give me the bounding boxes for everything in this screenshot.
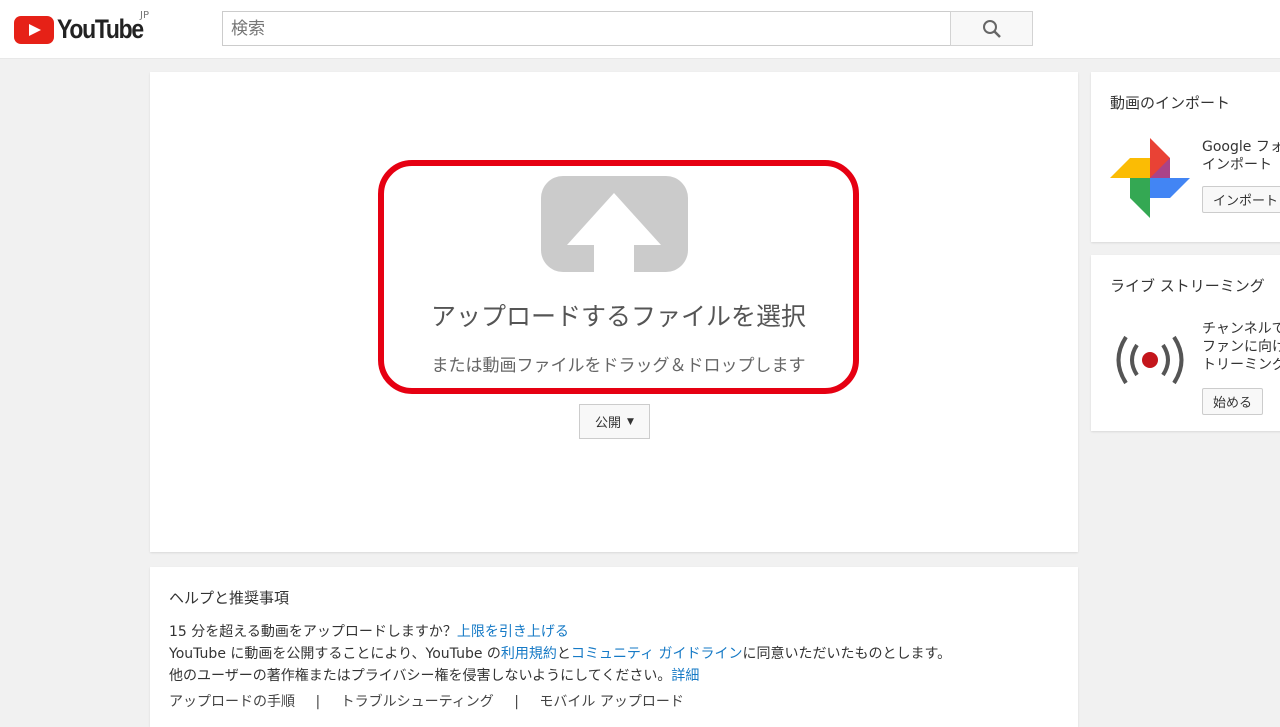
community-guidelines-link[interactable]: コミュニティ ガイドライン (571, 646, 743, 662)
logo-text: YouTube (57, 14, 144, 44)
drag-drop-hint: または動画ファイルをドラッグ＆ドロップします (431, 356, 806, 376)
privacy-label: 公開 (595, 416, 622, 431)
caret-down-icon: ▼ (627, 416, 634, 427)
start-streaming-button[interactable]: 始める (1202, 388, 1264, 415)
live-text: ファンに向け (1202, 339, 1280, 355)
help-text: と (556, 646, 571, 662)
select-file-title[interactable]: アップロードするファイルを選択 (378, 297, 859, 333)
import-card: 動画のインポート Google フォ インポート インポート (1091, 72, 1280, 242)
import-text: Google フォ (1202, 139, 1280, 155)
raise-limit-link[interactable]: 上限を引き上げる (457, 624, 569, 640)
troubleshooting-link[interactable]: トラブルシューティング (341, 694, 494, 710)
help-card: ヘルプと推奨事項 15 分を超える動画をアップロードしますか？上限を引き上げる … (150, 567, 1078, 727)
live-title: ライブ ストリーミング (1110, 277, 1265, 295)
search-input[interactable] (222, 11, 950, 46)
help-line-1: 15 分を超える動画をアップロードしますか？上限を引き上げる (169, 621, 951, 643)
live-broadcast-icon (1116, 335, 1184, 385)
terms-link[interactable]: 利用規約 (501, 646, 557, 662)
upload-icon[interactable] (541, 176, 688, 272)
search-icon (982, 19, 1001, 38)
help-text: に同意いただいたものとします。 (742, 646, 952, 662)
separator: | (315, 694, 321, 710)
separator: | (514, 694, 519, 710)
help-text: YouTube に動画を公開することにより、YouTube の (169, 646, 501, 662)
help-text: 15 分を超える動画をアップロードしますか？ (169, 624, 457, 640)
upload-steps-link[interactable]: アップロードの手順 (169, 694, 295, 710)
import-text: インポート (1202, 157, 1272, 173)
mobile-upload-link[interactable]: モバイル アップロード (539, 694, 683, 710)
privacy-dropdown[interactable]: 公開 ▼ (579, 404, 650, 439)
youtube-play-icon (14, 15, 54, 44)
help-text: 他のユーザーの著作権またはプライバシー権を侵害しないようにしてください。 (169, 668, 672, 684)
help-line-3: 他のユーザーの著作権またはプライバシー権を侵害しないようにしてください。詳細 (169, 665, 951, 687)
import-button[interactable]: インポート (1202, 186, 1280, 213)
live-text: チャンネルで (1202, 321, 1280, 337)
google-photos-icon (1110, 138, 1190, 218)
help-links: アップロードの手順 | トラブルシューティング | モバイル アップロード (169, 691, 951, 713)
details-link[interactable]: 詳細 (671, 668, 699, 684)
header: YouTube JP (0, 0, 1280, 59)
search-button[interactable] (950, 11, 1033, 46)
live-text: トリーミング (1202, 357, 1280, 373)
import-title: 動画のインポート (1110, 94, 1231, 112)
logo-region: JP (140, 10, 149, 21)
youtube-logo[interactable]: YouTube JP (14, 10, 158, 45)
help-line-2: YouTube に動画を公開することにより、YouTube の利用規約とコミュニ… (169, 643, 951, 665)
help-title: ヘルプと推奨事項 (169, 589, 290, 607)
live-streaming-card: ライブ ストリーミング チャンネルで ファンに向け トリーミング 始める (1091, 255, 1280, 431)
